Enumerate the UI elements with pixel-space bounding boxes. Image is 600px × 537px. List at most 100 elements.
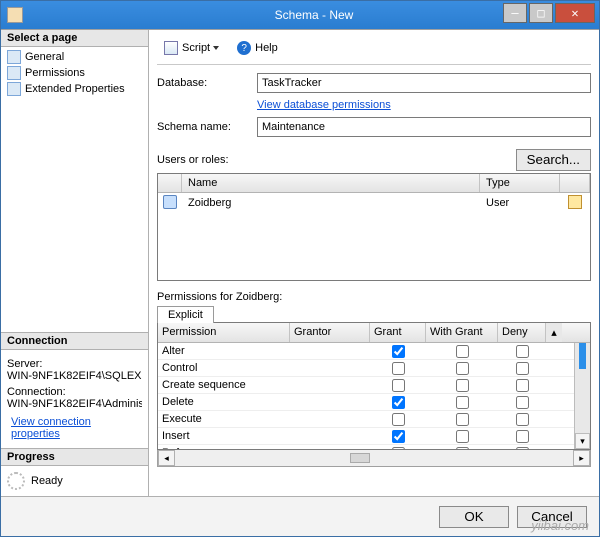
connection-body: Server: WIN-9NF1K82EIF4\SQLEXPRESS Conne… <box>1 350 148 448</box>
permission-row: Delete <box>158 394 590 411</box>
help-button[interactable]: ? Help <box>230 38 285 58</box>
permission-name-cell: Control <box>158 362 290 374</box>
permission-name-cell: Execute <box>158 413 290 425</box>
tab-explicit[interactable]: Explicit <box>157 306 214 323</box>
progress-spinner-icon <box>7 472 25 490</box>
ok-button[interactable]: OK <box>439 506 509 528</box>
grant-checkbox[interactable] <box>392 379 405 392</box>
permission-name-cell: References <box>158 447 290 449</box>
users-col-end <box>560 174 590 192</box>
page-icon <box>7 82 21 96</box>
permission-name-cell: Alter <box>158 345 290 357</box>
database-label: Database: <box>157 77 257 89</box>
dialog-footer: OK Cancel yiibai.com <box>1 496 599 536</box>
permissions-label: Permissions for Zoidberg: <box>157 291 591 303</box>
scroll-down-arrow[interactable]: ▾ <box>575 433 590 449</box>
grant-checkbox[interactable] <box>392 362 405 375</box>
cancel-button[interactable]: Cancel <box>517 506 587 528</box>
permission-row: Execute <box>158 411 590 428</box>
grant-checkbox[interactable] <box>392 396 405 409</box>
scroll-right-arrow[interactable]: ▸ <box>573 450 590 466</box>
scroll-left-arrow[interactable]: ◂ <box>158 450 175 466</box>
withgrant-checkbox[interactable] <box>456 430 469 443</box>
script-button-label: Script <box>182 42 210 54</box>
connection-header: Connection <box>1 332 148 350</box>
perm-col-grantor[interactable]: Grantor <box>290 323 370 342</box>
sidebar-item-extended-properties[interactable]: Extended Properties <box>5 81 148 97</box>
withgrant-checkbox[interactable] <box>456 413 469 426</box>
withgrant-checkbox[interactable] <box>456 345 469 358</box>
view-connection-link[interactable]: View connection properties <box>7 416 142 440</box>
grant-checkbox[interactable] <box>392 345 405 358</box>
connection-value: WIN-9NF1K82EIF4\Administrator <box>7 398 142 410</box>
users-label: Users or roles: <box>157 154 229 166</box>
left-panel: Select a page GeneralPermissionsExtended… <box>1 30 149 496</box>
withgrant-checkbox[interactable] <box>456 379 469 392</box>
permission-row: Insert <box>158 428 590 445</box>
window: Schema - New ‒ □ ✕ Select a page General… <box>0 0 600 537</box>
titlebar: Schema - New ‒ □ ✕ <box>1 1 599 29</box>
progress-status: Ready <box>31 475 63 487</box>
schema-name-field <box>257 117 591 137</box>
deny-checkbox[interactable] <box>516 362 529 375</box>
sidebar-item-label: General <box>25 51 64 63</box>
minimize-button[interactable]: ‒ <box>503 3 527 23</box>
hscroll-thumb[interactable] <box>350 453 370 463</box>
right-panel: Script ? Help Database: View database pe… <box>149 30 599 496</box>
users-col-type[interactable]: Type <box>480 174 560 192</box>
progress-header: Progress <box>1 448 148 466</box>
script-icon <box>164 41 178 55</box>
help-icon: ? <box>237 41 251 55</box>
connection-label: Connection: <box>7 386 142 398</box>
perm-col-permission[interactable]: Permission <box>158 323 290 342</box>
deny-checkbox[interactable] <box>516 379 529 392</box>
permissions-grid: Permission Grantor Grant With Grant Deny… <box>157 322 591 450</box>
withgrant-checkbox[interactable] <box>456 396 469 409</box>
browse-icon[interactable] <box>568 195 582 209</box>
sidebar-item-label: Permissions <box>25 67 85 79</box>
perm-col-withgrant[interactable]: With Grant <box>426 323 498 342</box>
sidebar-item-permissions[interactable]: Permissions <box>5 65 148 81</box>
user-type-cell: User <box>480 197 560 209</box>
users-col-icon[interactable] <box>158 174 182 192</box>
search-button[interactable]: Search... <box>516 149 591 171</box>
permission-row: References <box>158 445 590 449</box>
scrollbar-thumb[interactable] <box>579 343 586 369</box>
script-button[interactable]: Script <box>157 38 226 58</box>
user-name-cell: Zoidberg <box>182 197 480 209</box>
scroll-up-arrow[interactable]: ▴ <box>546 323 562 342</box>
withgrant-checkbox[interactable] <box>456 362 469 375</box>
deny-checkbox[interactable] <box>516 345 529 358</box>
app-icon <box>7 7 23 23</box>
perm-col-grant[interactable]: Grant <box>370 323 426 342</box>
deny-checkbox[interactable] <box>516 447 529 450</box>
maximize-button[interactable]: □ <box>529 3 553 23</box>
permission-name-cell: Insert <box>158 430 290 442</box>
view-db-permissions-link[interactable]: View database permissions <box>257 99 391 111</box>
table-row[interactable]: ZoidbergUser <box>158 193 590 213</box>
sidebar-item-label: Extended Properties <box>25 83 125 95</box>
users-col-name[interactable]: Name <box>182 174 480 192</box>
permission-row: Create sequence <box>158 377 590 394</box>
users-grid: Name Type ZoidbergUser <box>157 173 591 281</box>
permission-row: Alter <box>158 343 590 360</box>
grant-checkbox[interactable] <box>392 430 405 443</box>
server-label: Server: <box>7 358 142 370</box>
chevron-down-icon <box>213 46 219 50</box>
deny-checkbox[interactable] <box>516 396 529 409</box>
deny-checkbox[interactable] <box>516 430 529 443</box>
schema-label: Schema name: <box>157 121 257 133</box>
user-icon <box>163 195 177 209</box>
grant-checkbox[interactable] <box>392 413 405 426</box>
toolbar: Script ? Help <box>157 36 591 65</box>
vertical-scrollbar[interactable]: ▾ <box>574 343 590 449</box>
perm-col-deny[interactable]: Deny <box>498 323 546 342</box>
deny-checkbox[interactable] <box>516 413 529 426</box>
close-button[interactable]: ✕ <box>555 3 595 23</box>
grant-checkbox[interactable] <box>392 447 405 450</box>
horizontal-scrollbar[interactable]: ◂ ▸ <box>157 450 591 467</box>
withgrant-checkbox[interactable] <box>456 447 469 450</box>
permission-name-cell: Delete <box>158 396 290 408</box>
sidebar-item-general[interactable]: General <box>5 49 148 65</box>
database-field <box>257 73 591 93</box>
